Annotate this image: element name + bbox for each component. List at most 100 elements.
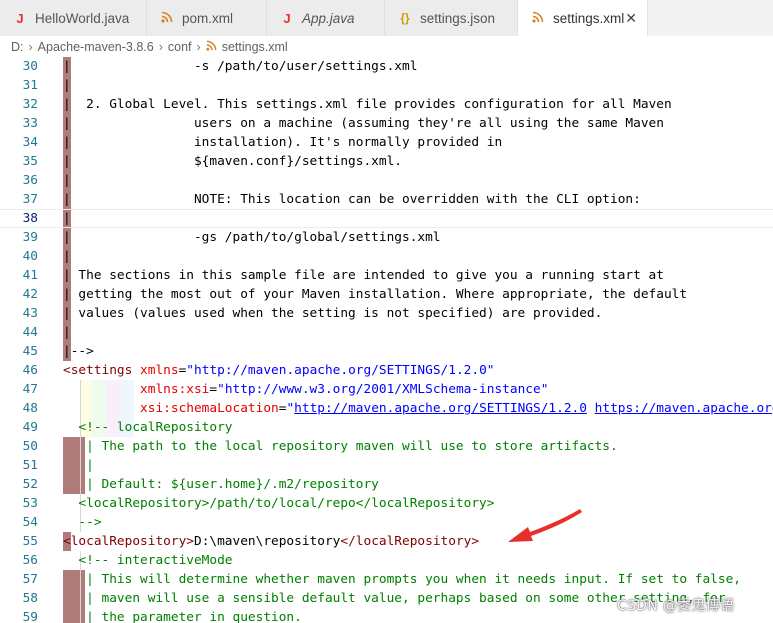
code-line[interactable]: 35 | ${maven.conf}/settings.xml.	[0, 152, 773, 171]
code-line[interactable]: 52 | Default: ${user.home}/.m2/repositor…	[0, 475, 773, 494]
code-text: <localRepository>D:\maven\repository</lo…	[63, 532, 479, 551]
rss-icon	[159, 11, 175, 26]
json-braces-icon: {}	[400, 11, 410, 25]
code-line[interactable]: 47 xmlns:xsi="http://www.w3.org/2001/XML…	[0, 380, 773, 399]
code-token: "http://maven.apache.org/SETTINGS/1.2.0"	[186, 363, 495, 378]
code-line[interactable]: 43 | values (values used when the setting…	[0, 304, 773, 323]
breadcrumb-folder-conf[interactable]: conf	[168, 40, 192, 54]
code-line[interactable]: 56 <!-- interactiveMode	[0, 551, 773, 570]
breadcrumb-drive[interactable]: D:	[11, 40, 24, 54]
code-line[interactable]: 55 <localRepository>D:\maven\repository</…	[0, 532, 773, 551]
code-token: | the parameter in question.	[63, 610, 302, 623]
code-token: "	[286, 401, 295, 416]
line-number: 56	[22, 553, 38, 568]
code-text: | This will determine whether maven prom…	[63, 570, 741, 589]
code-text: <!-- interactiveMode	[63, 551, 233, 570]
line-number: 35	[22, 154, 38, 169]
code-editor[interactable]: 30 | -s /path/to/user/settings.xml 31 | 32 | …	[0, 57, 773, 623]
code-text: | The sections in this sample file are i…	[63, 266, 664, 285]
code-line[interactable]: 50 | The path to the local repository ma…	[0, 437, 773, 456]
code-line[interactable]: 41 | The sections in this sample file are…	[0, 266, 773, 285]
code-line[interactable]: 30 | -s /path/to/user/settings.xml	[0, 57, 773, 76]
code-line[interactable]: 31 |	[0, 76, 773, 95]
code-text: |	[63, 171, 71, 190]
tab-pom-xml[interactable]: pom.xml	[147, 0, 267, 36]
code-token: | This will determine whether maven prom…	[63, 572, 741, 587]
code-line[interactable]: 53 <localRepository>/path/to/local/repo<…	[0, 494, 773, 513]
code-token: | The sections in this sample file are i…	[63, 268, 664, 283]
code-line[interactable]: 48 xsi:schemaLocation="http://maven.apac…	[0, 399, 773, 418]
line-number: 43	[22, 306, 38, 321]
code-line[interactable]: 38 |	[0, 209, 773, 228]
tab-label: pom.xml	[182, 10, 234, 26]
breadcrumb: D: › Apache-maven-3.8.6 › conf › setting…	[0, 36, 773, 57]
line-number: 55	[22, 534, 38, 549]
code-line[interactable]: 57 | This will determine whether maven p…	[0, 570, 773, 589]
code-text: |	[63, 76, 71, 95]
code-token: -->	[63, 515, 102, 530]
code-token: |	[63, 249, 71, 264]
code-line[interactable]: 36 |	[0, 171, 773, 190]
code-text: | -gs /path/to/global/settings.xml	[63, 228, 441, 247]
code-text: xmlns:xsi="http://www.w3.org/2001/XMLSch…	[63, 380, 548, 399]
code-line[interactable]: 40 |	[0, 247, 773, 266]
code-text: <settings xmlns="http://maven.apache.org…	[63, 361, 494, 380]
line-number: 42	[22, 287, 38, 302]
tab-settings-xml[interactable]: settings.xml ✕	[518, 0, 648, 36]
code-text: | Default: ${user.home}/.m2/repository	[63, 475, 379, 494]
tab-label: HelloWorld.java	[35, 10, 130, 26]
line-number: 45	[22, 344, 38, 359]
tab-helloworld-java[interactable]: J HelloWorld.java	[0, 0, 147, 36]
tab-label: App.java	[302, 10, 355, 26]
tab-label: settings.xml	[553, 10, 625, 26]
code-line[interactable]: 45 |-->	[0, 342, 773, 361]
line-number: 31	[22, 78, 38, 93]
line-number: 46	[22, 363, 38, 378]
code-text: | -s /path/to/user/settings.xml	[63, 57, 417, 76]
tab-app-java[interactable]: J App.java	[267, 0, 385, 36]
code-line[interactable]: 54 -->	[0, 513, 773, 532]
code-line[interactable]: 51 |	[0, 456, 773, 475]
code-token: <localRepository>	[63, 534, 194, 549]
line-number: 30	[22, 59, 38, 74]
code-line[interactable]: 46 <settings xmlns="http://maven.apache.o…	[0, 361, 773, 380]
code-token: | The path to the local repository maven…	[63, 439, 618, 454]
code-line[interactable]: 34 | installation). It's normally provide…	[0, 133, 773, 152]
code-token: |	[63, 458, 94, 473]
url-link[interactable]: https://maven.apache.org/xsd/settings-1.…	[595, 401, 773, 416]
line-number: 33	[22, 116, 38, 131]
code-line[interactable]: 33 | users on a machine (assuming they're…	[0, 114, 773, 133]
chevron-right-icon: ›	[196, 39, 201, 54]
code-line[interactable]: 32 | 2. Global Level. This settings.xml f…	[0, 95, 773, 114]
code-token: <!-- localRepository	[63, 420, 233, 435]
code-line[interactable]: 42 | getting the most out of your Maven i…	[0, 285, 773, 304]
close-icon[interactable]: ✕	[625, 10, 637, 27]
code-line[interactable]: 37 | NOTE: This location can be overridde…	[0, 190, 773, 209]
breadcrumb-file[interactable]: settings.xml	[222, 40, 288, 54]
code-token: | -s /path/to/user/settings.xml	[63, 59, 418, 74]
breadcrumb-folder-maven[interactable]: Apache-maven-3.8.6	[38, 40, 154, 54]
line-number: 53	[22, 496, 38, 511]
code-token: <settings	[63, 363, 141, 378]
code-token: |-->	[63, 344, 94, 359]
code-text: xsi:schemaLocation="http://maven.apache.…	[63, 399, 773, 418]
url-link[interactable]: http://maven.apache.org/SETTINGS/1.2.0	[294, 401, 587, 416]
tab-label: settings.json	[420, 10, 496, 26]
code-token: | installation). It's normally provided …	[63, 135, 503, 150]
code-text: | getting the most out of your Maven ins…	[63, 285, 687, 304]
code-line[interactable]: 44 |	[0, 323, 773, 342]
line-number: 54	[22, 515, 38, 530]
red-arrow-annotation	[508, 509, 582, 542]
editor-tab-bar: J HelloWorld.java pom.xml J App.java {} …	[0, 0, 773, 37]
code-line[interactable]: 39 | -gs /path/to/global/settings.xml	[0, 228, 773, 247]
tab-settings-json[interactable]: {} settings.json	[385, 0, 518, 36]
code-line[interactable]: 49 <!-- localRepository	[0, 418, 773, 437]
code-text: |	[63, 323, 71, 342]
code-token: <!-- interactiveMode	[63, 553, 233, 568]
line-number: 57	[22, 572, 38, 587]
code-text: | users on a machine (assuming they're a…	[63, 114, 664, 133]
line-number: 36	[22, 173, 38, 188]
code-token: |	[63, 173, 71, 188]
chevron-right-icon: ›	[28, 39, 33, 54]
